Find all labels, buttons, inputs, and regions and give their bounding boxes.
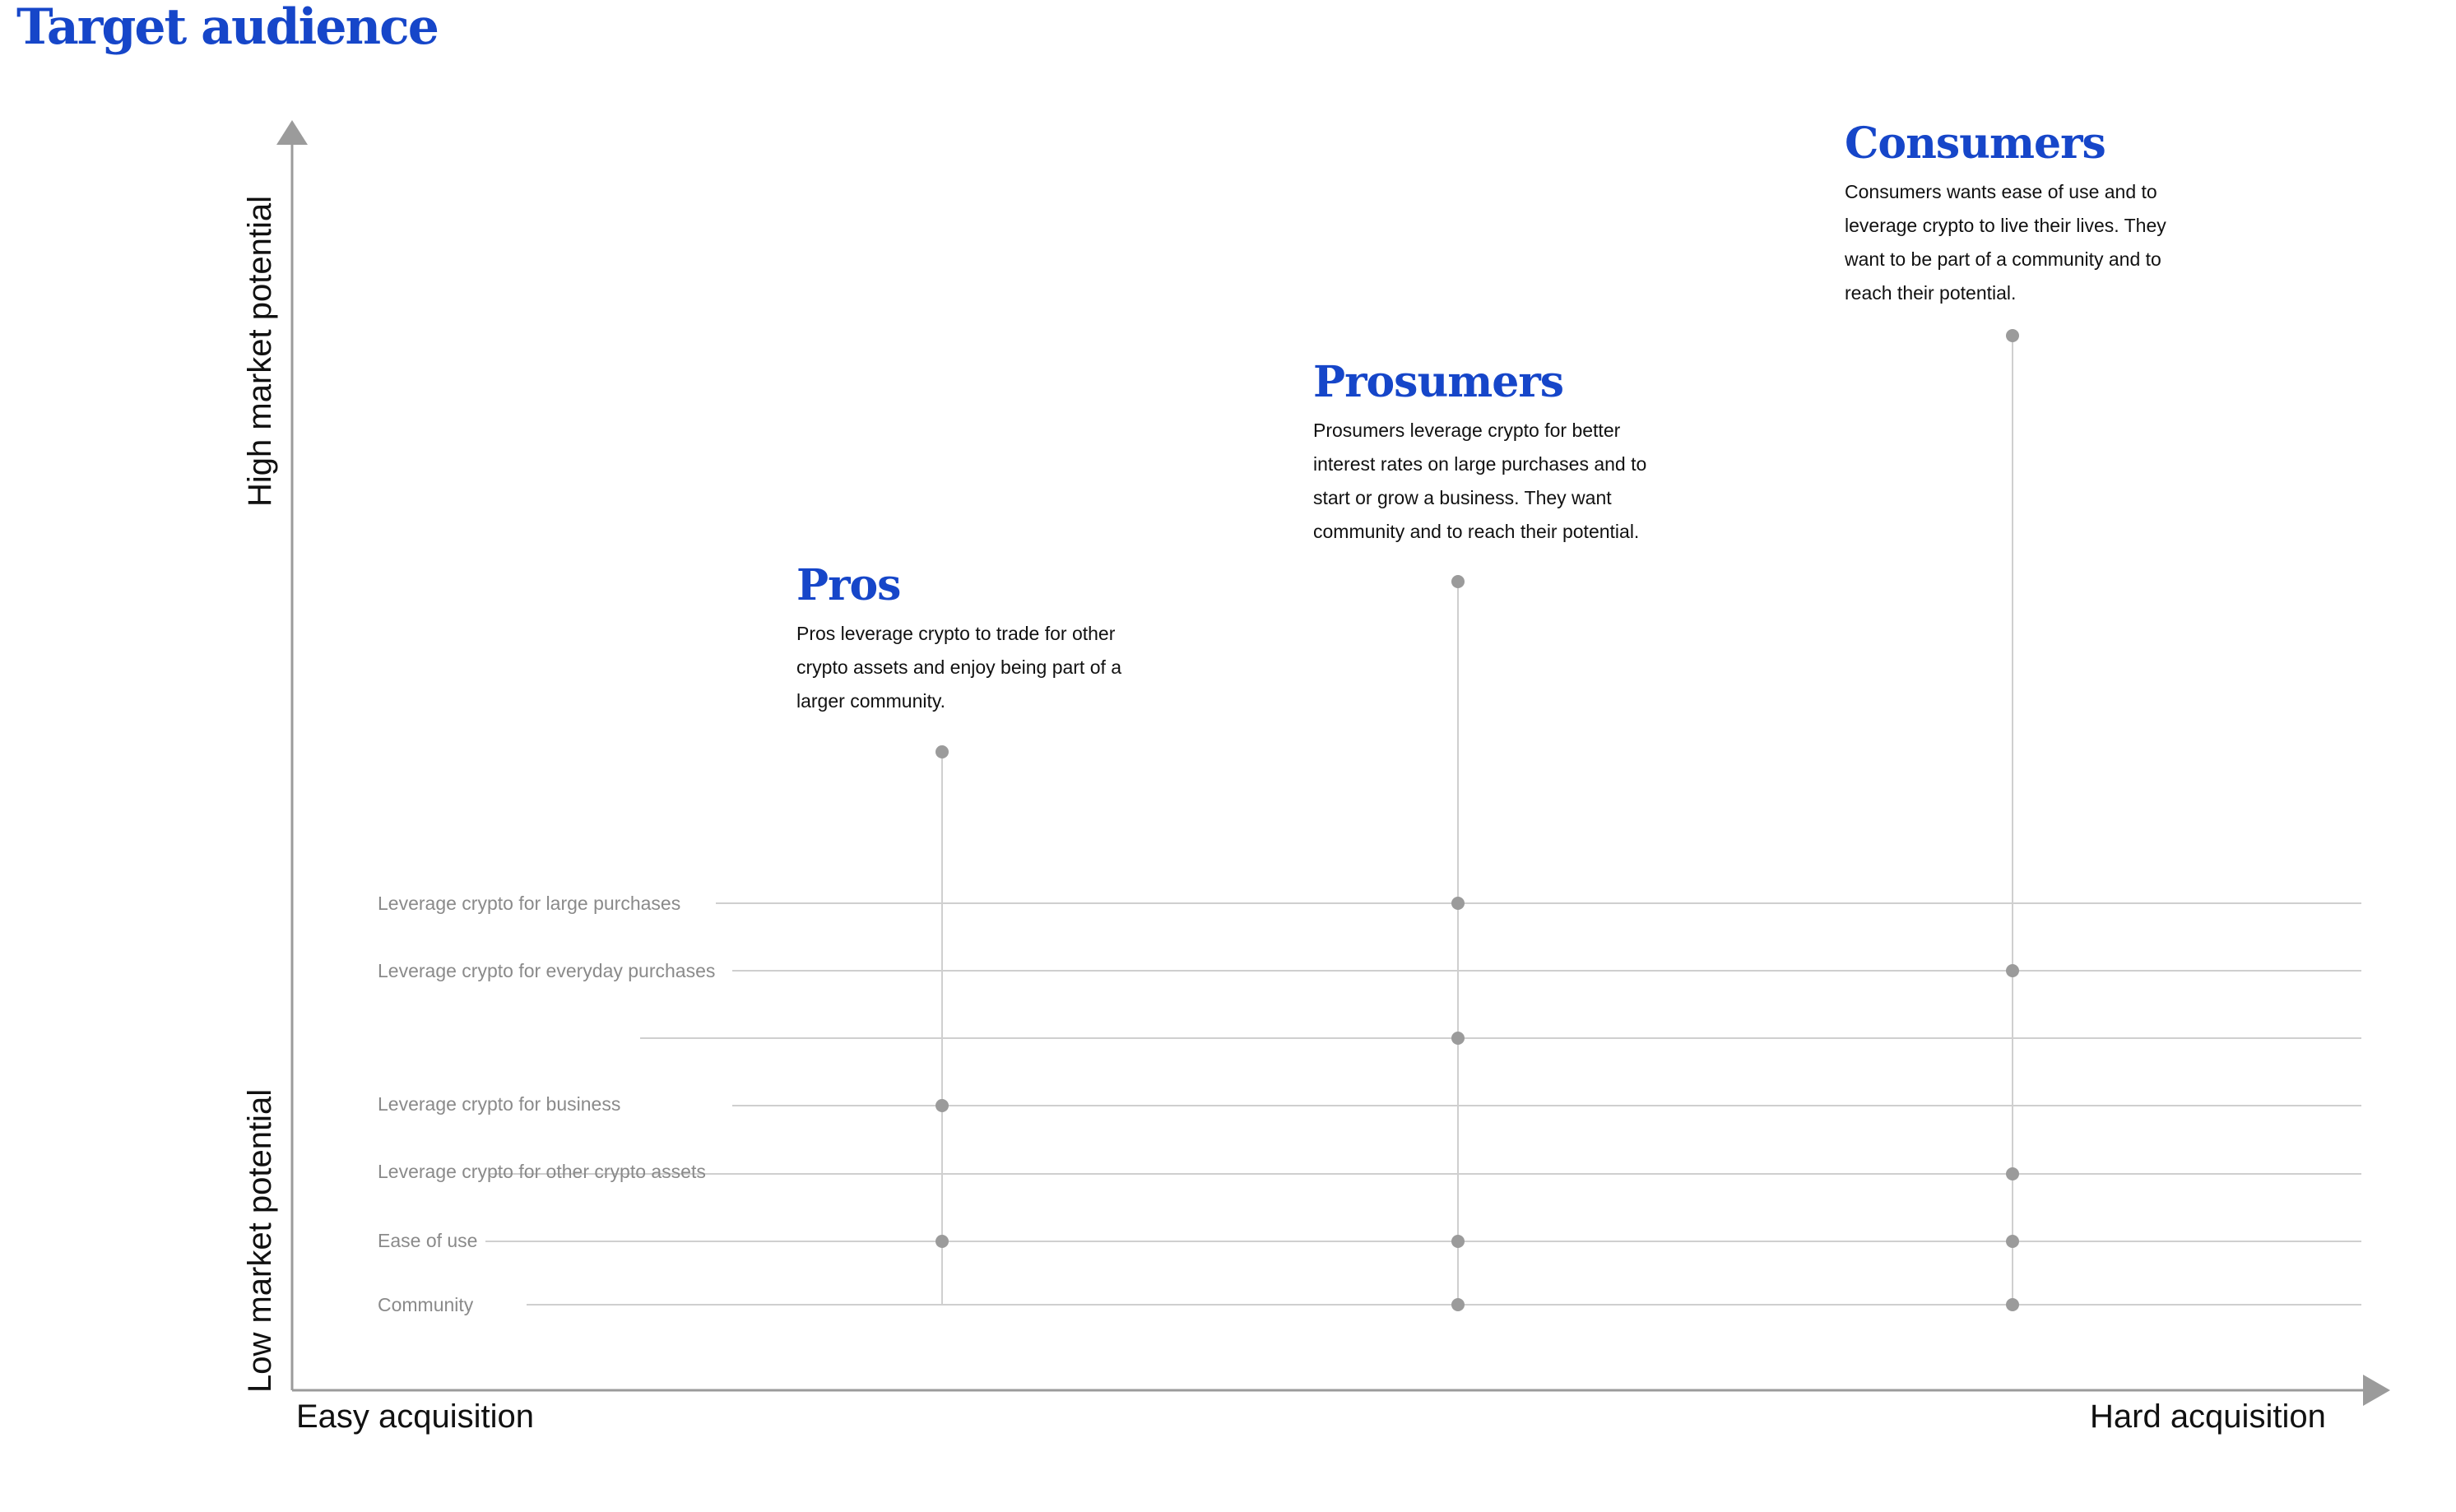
attribute-dot-prosumers (1451, 1298, 1465, 1311)
attribute-dot-consumers (2006, 964, 2019, 977)
attribute-dot-prosumers (1451, 1235, 1465, 1248)
row-label: Leverage crypto for other crypto assets (378, 1161, 706, 1182)
row-gridlines (485, 902, 2361, 1306)
segment-title: Prosumers (1313, 357, 1564, 407)
attribute-dot-pros (936, 1235, 949, 1248)
segment-top-dot-consumers (2006, 329, 2019, 342)
attribute-dot-prosumers (1451, 1032, 1465, 1045)
y-axis-low-label: Low market potential (242, 1088, 278, 1393)
y-axis-high-label: High market potential (242, 196, 278, 507)
attribute-dot-consumers (2006, 1235, 2019, 1248)
row-label: Ease of use (378, 1230, 478, 1251)
segment-consumers: Consumers Consumers wants ease of use an… (1845, 119, 2207, 310)
row-label: Community (378, 1294, 474, 1315)
row-label: Leverage crypto for everyday purchases (378, 960, 716, 981)
x-axis-high-label: Hard acquisition (2090, 1398, 2326, 1435)
segment-top-dot-pros (936, 745, 949, 758)
segment-title: Pros (796, 560, 901, 610)
attribute-dot-pros (936, 1099, 949, 1112)
segment-top-dot-prosumers (1451, 575, 1465, 588)
x-axis-arrow-icon (2363, 1375, 2390, 1406)
segment-description: Pros leverage crypto to trade for other … (796, 623, 1122, 712)
x-axis-low-label: Easy acquisition (296, 1398, 535, 1435)
y-axis-arrow-icon (276, 120, 308, 145)
segment-pros: Pros Pros leverage crypto to trade for o… (796, 561, 1158, 718)
segment-description: Prosumers leverage crypto for better int… (1313, 420, 1647, 542)
segment-title: Consumers (1845, 118, 2106, 169)
attribute-dot-consumers (2006, 1167, 2019, 1180)
segment-prosumers: Prosumers Prosumers leverage crypto for … (1313, 358, 1675, 549)
row-label: Leverage crypto for large purchases (378, 893, 681, 914)
row-label: Leverage crypto for business (378, 1093, 621, 1115)
axes (276, 120, 2390, 1406)
attribute-dot-prosumers (1451, 897, 1465, 910)
segment-description: Consumers wants ease of use and to lever… (1845, 181, 2166, 304)
attribute-dot-consumers (2006, 1298, 2019, 1311)
